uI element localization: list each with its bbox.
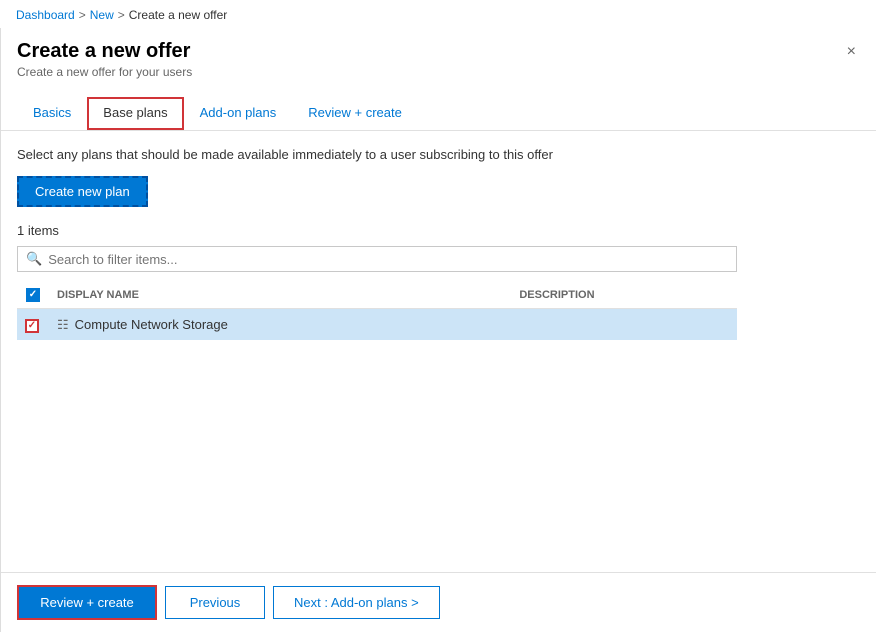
breadcrumb-sep-2: > [118,8,125,22]
tab-base-plans[interactable]: Base plans [87,97,183,130]
row-name-cell: ☷ Compute Network Storage [49,309,511,341]
table-header-row: DISPLAY NAME DESCRIPTION [17,282,737,309]
search-box: 🔍 [17,246,737,272]
panel-footer: Review + create Previous Next : Add-on p… [1,572,876,632]
breadcrumb-item-current: Create a new offer [129,8,228,22]
close-button[interactable]: × [843,40,860,64]
tabs-container: Basics Base plans Add-on plans Review + … [17,97,860,130]
create-offer-panel: Create a new offer Create a new offer fo… [0,28,876,632]
panel-subtitle: Create a new offer for your users [17,65,192,79]
search-icon: 🔍 [26,251,42,267]
create-new-plan-button[interactable]: Create new plan [17,176,148,207]
breadcrumb-item-dashboard[interactable]: Dashboard [16,8,75,22]
plan-table: DISPLAY NAME DESCRIPTION ☷ Compute Netwo… [17,282,737,340]
tab-basics[interactable]: Basics [17,97,87,130]
panel-title: Create a new offer [17,40,192,63]
row-checkbox[interactable] [25,319,39,333]
next-button[interactable]: Next : Add-on plans > [273,586,440,619]
header-checkbox[interactable] [26,288,40,302]
tab-addon-plans[interactable]: Add-on plans [184,97,293,130]
breadcrumb-item-new[interactable]: New [90,8,114,22]
tab-review-create[interactable]: Review + create [292,97,418,130]
panel-header: Create a new offer Create a new offer fo… [1,28,876,131]
table-row: ☷ Compute Network Storage [17,309,737,341]
table-header-checkbox [17,282,49,309]
breadcrumb: Dashboard > New > Create a new offer [0,0,876,28]
breadcrumb-sep-1: > [79,8,86,22]
previous-button[interactable]: Previous [165,586,265,619]
table-header-description: DESCRIPTION [511,282,737,309]
review-create-button[interactable]: Review + create [17,585,157,620]
row-description-cell [511,309,737,341]
table-header-display-name: DISPLAY NAME [49,282,511,309]
panel-content: Select any plans that should be made ava… [1,131,876,572]
search-input[interactable] [48,252,728,267]
row-checkbox-cell [17,309,49,341]
row-display-name: Compute Network Storage [75,317,228,332]
items-count: 1 items [17,223,860,238]
row-icon: ☷ [57,317,69,333]
description-text: Select any plans that should be made ava… [17,147,860,162]
